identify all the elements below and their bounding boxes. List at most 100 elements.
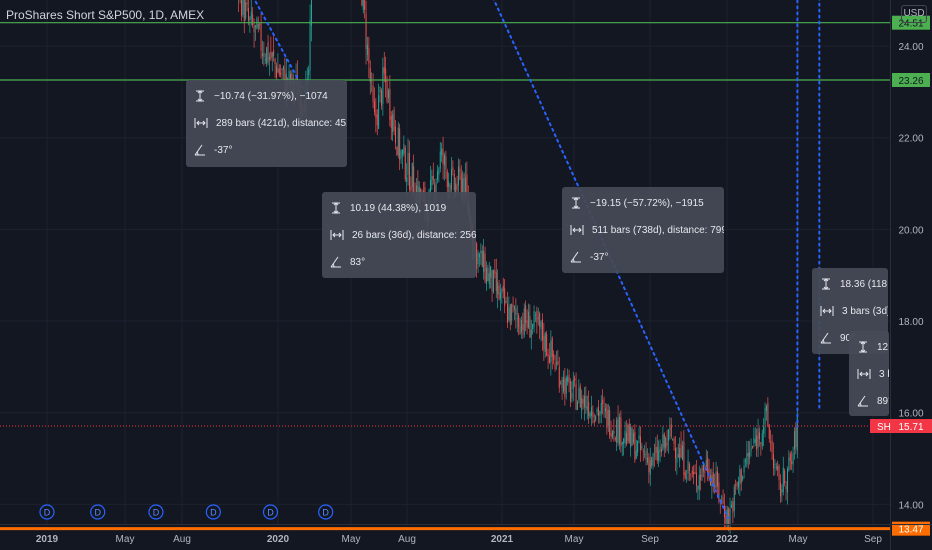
candle-body [747, 453, 749, 457]
candle-body [532, 323, 534, 330]
candle-body [606, 404, 608, 429]
time-tick-label: Aug [398, 534, 416, 545]
candle-body [459, 168, 461, 173]
candle-body [499, 292, 501, 299]
candle-body [275, 65, 277, 78]
candle-body [495, 272, 497, 291]
measure-tooltip-3[interactable]: −19.15 (−57.72%), −1915 511 bars (738d),… [562, 187, 724, 273]
candle-body [660, 448, 662, 453]
candle-body [667, 429, 669, 442]
bars-range-icon [820, 306, 834, 316]
candle-body [630, 426, 632, 448]
candle-body [701, 467, 703, 477]
candle-body [411, 162, 413, 187]
measure-price: −19.15 (−57.72%), −1915 [590, 197, 704, 209]
candle-body [504, 288, 506, 306]
measure-price: 12.4 [877, 341, 889, 353]
candle-body [721, 496, 723, 498]
candle-body [742, 476, 744, 480]
candle-body [505, 300, 507, 304]
candle-body [639, 436, 641, 451]
candle-body [624, 430, 626, 443]
candle-body [588, 402, 590, 417]
candle-body [792, 453, 794, 465]
measure-angle: -37° [214, 144, 233, 156]
candle-body [516, 318, 518, 319]
candle-body [786, 468, 788, 493]
candle-body [618, 416, 620, 445]
candle-body [452, 167, 454, 170]
candle-body [498, 285, 500, 300]
candle-body [700, 474, 702, 481]
candle-body [383, 66, 385, 74]
candle-body [686, 477, 688, 479]
candle-body [744, 460, 746, 462]
candle-body [389, 88, 391, 120]
candle-body [607, 410, 609, 427]
measure-bars: 3 ba [879, 368, 889, 380]
candle-body [501, 289, 503, 294]
candle-body [634, 432, 636, 461]
currency-button[interactable]: USD [901, 5, 927, 23]
candle-body [254, 25, 256, 28]
price-tick-label: 14.00 [898, 500, 923, 511]
candle-body [632, 433, 634, 443]
candle-body [560, 382, 562, 384]
candle-body [665, 437, 667, 449]
candle-body [789, 453, 791, 461]
time-tick-label: May [789, 534, 808, 545]
candle-body [662, 434, 664, 450]
candle-body [480, 250, 482, 254]
candle-body [271, 52, 273, 58]
candle-body [795, 427, 797, 448]
candle-body [310, 0, 312, 26]
candle-body [663, 433, 665, 448]
candle-body [519, 326, 521, 334]
price-range-icon [332, 202, 340, 214]
angle-icon [570, 251, 581, 263]
candle-body [274, 59, 276, 65]
candle-body [382, 67, 384, 104]
time-tick-label: 2019 [36, 534, 59, 545]
measure-tooltip-2[interactable]: 10.19 (44.38%), 1019 26 bars (36d), dist… [322, 192, 476, 278]
candle-body [539, 313, 541, 327]
candle-body [669, 428, 671, 429]
bars-range-icon [570, 225, 584, 235]
candle-body [386, 80, 388, 102]
candle-body [774, 464, 776, 466]
candle-body [617, 418, 619, 443]
candle-body [245, 2, 247, 19]
candle-body [512, 305, 514, 307]
candle-body [403, 144, 405, 154]
price-range-icon [822, 278, 830, 290]
measure-tooltip-1[interactable]: −10.74 (−31.97%), −1074 289 bars (421d),… [186, 80, 347, 167]
candle-body [379, 86, 381, 93]
candle-body [791, 461, 793, 464]
candle-body [578, 388, 580, 400]
candle-body [249, 17, 251, 21]
candle-body [777, 466, 779, 470]
candle-body [729, 508, 731, 526]
candle-body [481, 250, 483, 267]
candle-body [406, 177, 408, 182]
candle-body [390, 116, 392, 129]
candle-body [407, 152, 409, 175]
candle-body [735, 485, 737, 487]
candle-body [760, 443, 762, 444]
candle-body [694, 472, 696, 474]
candle-body [484, 253, 486, 282]
candle-body [768, 425, 770, 439]
candle-body [263, 52, 265, 57]
candle-body [387, 90, 389, 99]
candle-body [576, 401, 578, 410]
candle-body [242, 0, 244, 15]
candle-body [656, 446, 658, 461]
candle-body [243, 0, 245, 22]
candle-body [574, 378, 576, 381]
candle-body [534, 315, 536, 317]
candle-body [537, 317, 539, 320]
candle-body [361, 0, 363, 6]
measure-tooltip-5[interactable]: 12.4 3 ba 89° [849, 331, 889, 416]
candle-body [788, 457, 790, 471]
candle-body [785, 486, 787, 490]
